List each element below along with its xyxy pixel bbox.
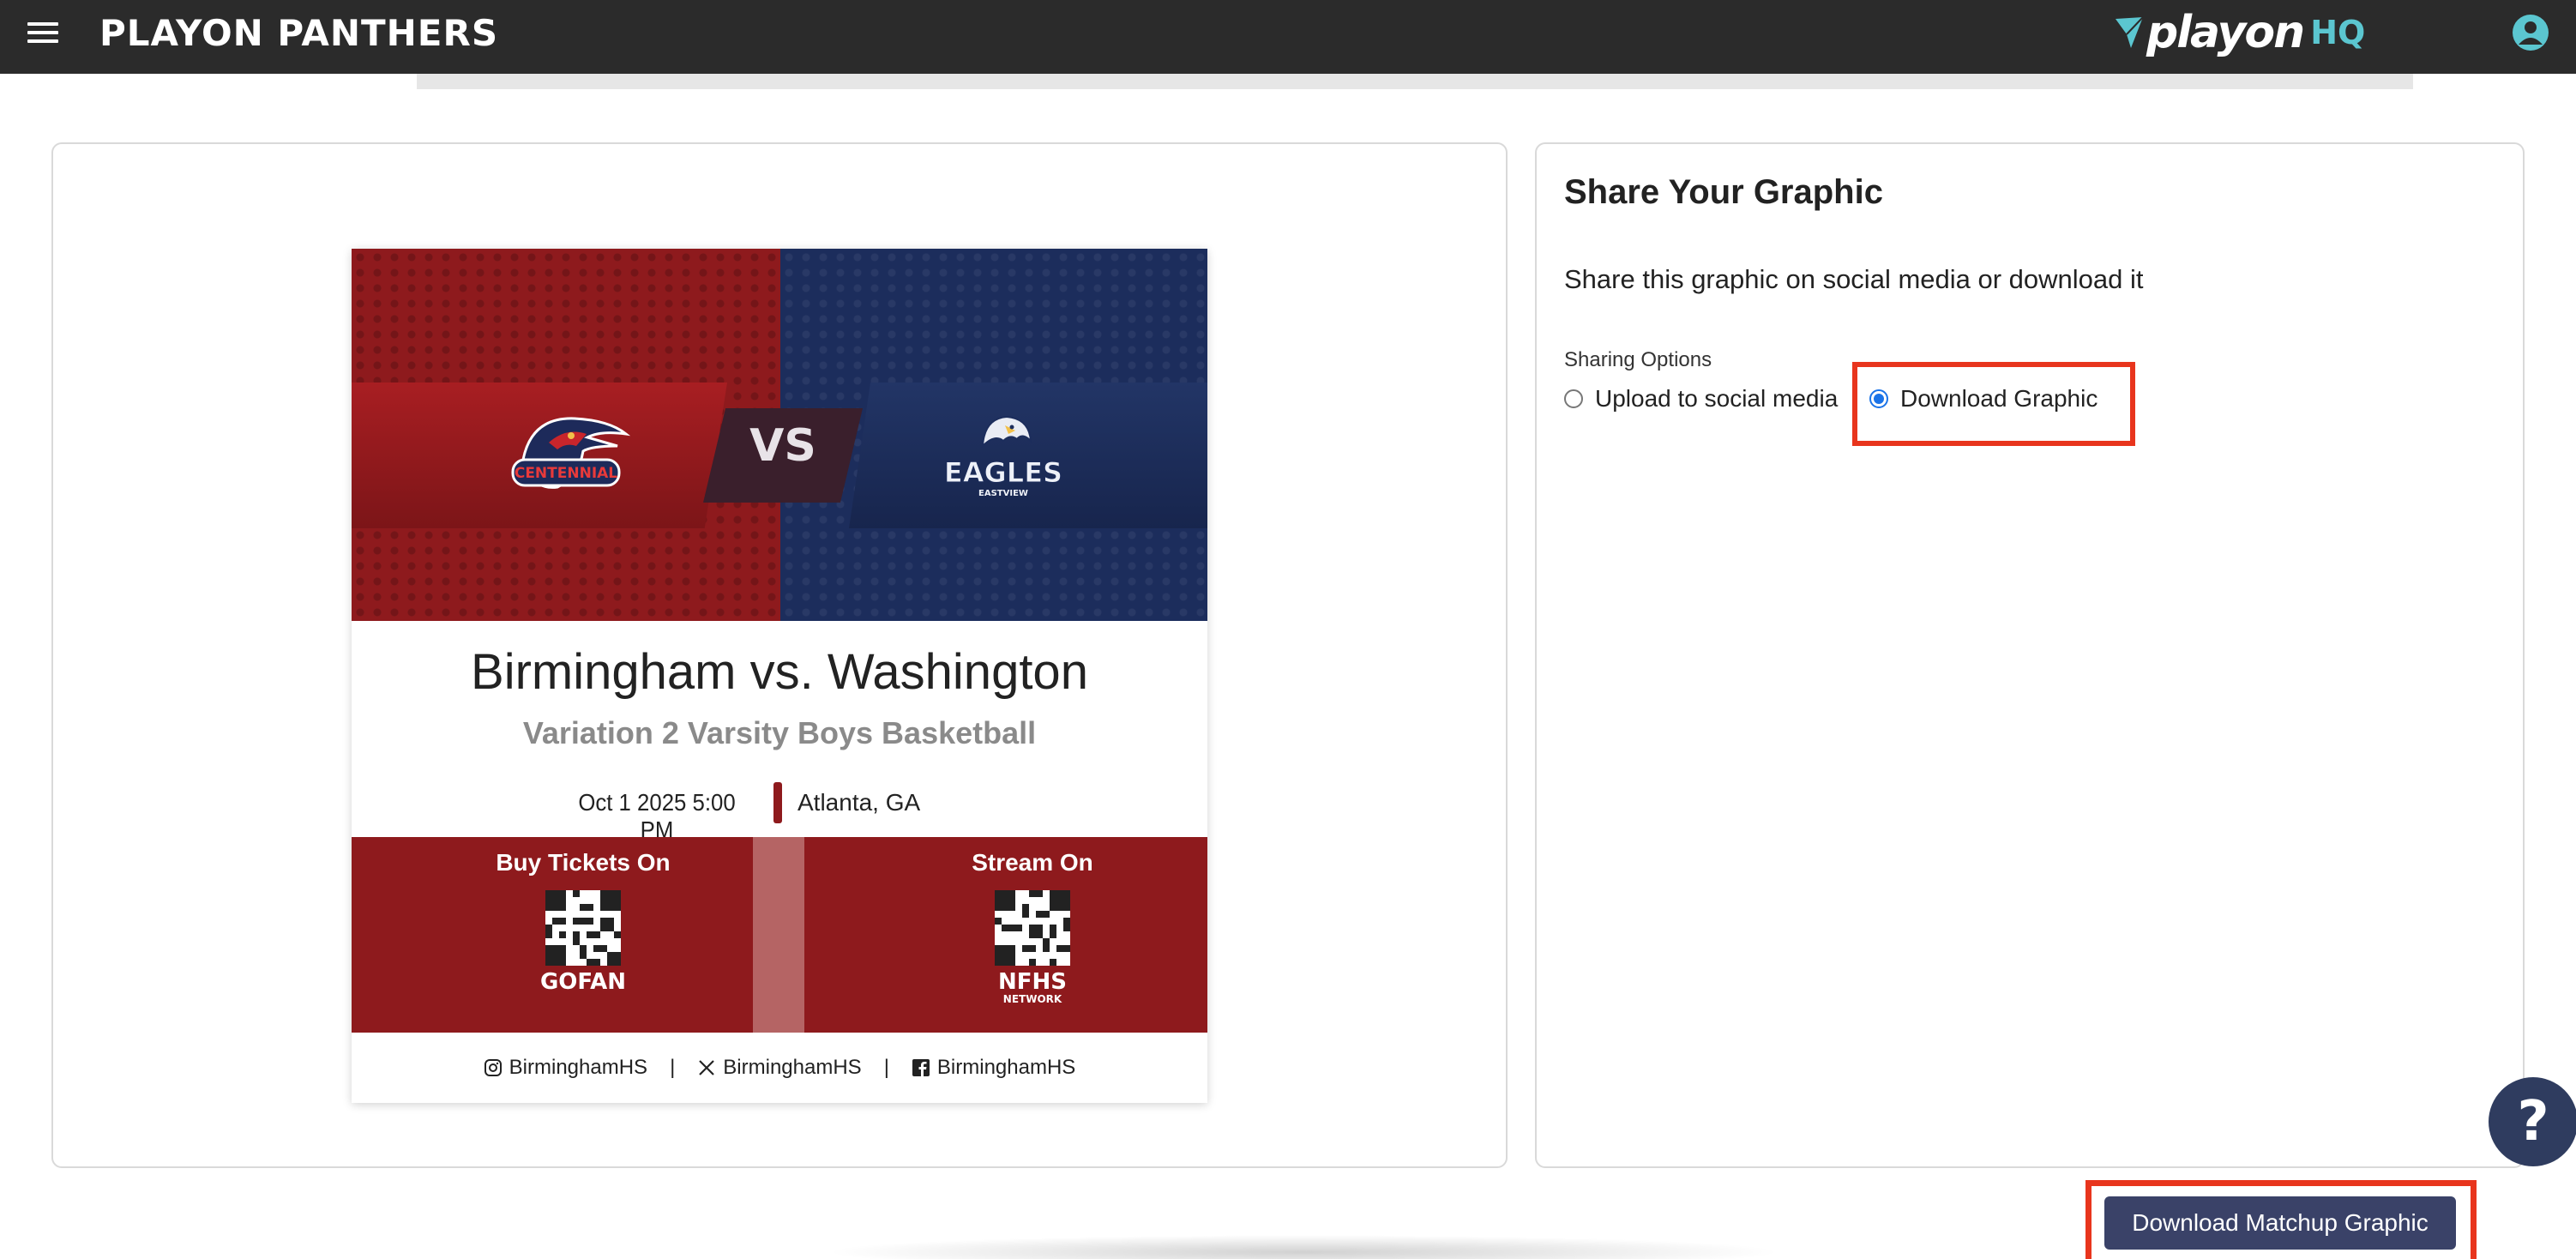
user-account-icon[interactable]: [2512, 14, 2549, 51]
facebook-icon: [912, 1059, 930, 1076]
brand-suffix: HQ: [2310, 14, 2366, 51]
event-info-line: Oct 1 2025 5:00 PM Atlanta, GA: [352, 782, 1207, 843]
stream-brand: NFHS NETWORK: [904, 971, 1161, 1005]
eagles-logo: EAGLES EASTVIEW: [943, 415, 1063, 498]
download-matchup-graphic-button[interactable]: Download Matchup Graphic: [2104, 1196, 2456, 1250]
tickets-label: Buy Tickets On: [496, 849, 671, 876]
sub-header-bar: [417, 74, 2413, 89]
share-panel: Share Your Graphic Share this graphic on…: [1535, 142, 2525, 1168]
social-separator: |: [883, 1056, 889, 1079]
share-title: Share Your Graphic: [1564, 173, 1883, 211]
graphic-hero: VS CENTENNIAL EAGLES EASTVIEW: [352, 249, 1207, 621]
event-datetime: Oct 1 2025 5:00 PM: [578, 789, 736, 843]
help-button[interactable]: ?: [2489, 1077, 2576, 1166]
home-team-logo-text: CENTENNIAL: [515, 465, 617, 482]
matchup-graphic: VS CENTENNIAL EAGLES EASTVIEW Birmingham…: [352, 249, 1207, 1103]
download-graphic-label: Download Graphic: [1900, 385, 2098, 412]
cta-section: Buy Tickets On GOFAN Stream On NFHS NETWO…: [352, 837, 1207, 1033]
tickets-block: Buy Tickets On GOFAN: [454, 849, 712, 993]
event-subtitle: Variation 2 Varsity Boys Basketball: [522, 715, 1037, 750]
info-divider: [773, 782, 782, 823]
upload-social-label: Upload to social media: [1595, 385, 1839, 412]
option-download-graphic[interactable]: Download Graphic: [1869, 381, 2098, 417]
share-description: Share this graphic on social media or do…: [1564, 264, 2144, 294]
stream-brand-name: NFHS: [997, 969, 1067, 995]
centennial-logo: CENTENNIAL: [511, 417, 631, 489]
cta-divider-stripe: [753, 837, 804, 1033]
stream-brand-sub: NETWORK: [1002, 993, 1062, 1005]
tickets-qr-code-icon: [545, 890, 621, 966]
instagram-icon: [484, 1059, 502, 1076]
playon-hq-logo[interactable]: playon HQ: [2114, 5, 2365, 60]
stream-label: Stream On: [972, 849, 1093, 876]
option-upload-social[interactable]: Upload to social media: [1564, 381, 1838, 417]
away-team-logo-text: EAGLES: [944, 456, 1062, 489]
download-graphic-radio[interactable]: [1869, 389, 1888, 408]
top-bar: PLAYON PANTHERS playon HQ: [0, 0, 2576, 74]
social-handles: BirminghamHS | BirminghamHS | Birmingham…: [352, 1046, 1207, 1089]
social-facebook: BirminghamHS: [912, 1056, 1075, 1080]
hamburger-menu-icon[interactable]: [27, 22, 58, 50]
site-title: PLAYON PANTHERS: [99, 12, 499, 54]
x-handle: BirminghamHS: [723, 1056, 862, 1079]
social-separator: |: [670, 1056, 676, 1079]
upload-social-radio[interactable]: [1564, 389, 1583, 408]
bottom-shadow: [823, 1235, 1784, 1259]
instagram-handle: BirminghamHS: [509, 1056, 648, 1079]
facebook-handle: BirminghamHS: [936, 1056, 1076, 1079]
x-icon: [699, 1060, 715, 1075]
vs-label: VS: [749, 420, 816, 472]
away-team-logo-subtext: EASTVIEW: [978, 489, 1028, 498]
stream-block: Stream On NFHS NETWORK: [904, 849, 1161, 1005]
social-x: BirminghamHS: [697, 1056, 862, 1080]
sharing-options-label: Sharing Options: [1564, 348, 1712, 371]
social-instagram: BirminghamHS: [484, 1056, 647, 1080]
event-location: Atlanta, GA: [797, 789, 921, 816]
paper-plane-icon: [2116, 16, 2144, 48]
brand-name: playon: [2146, 7, 2305, 58]
stream-qr-code-icon: [995, 890, 1070, 966]
tickets-brand: GOFAN: [539, 969, 627, 995]
matchup-title: Birmingham vs. Washington: [471, 644, 1088, 700]
